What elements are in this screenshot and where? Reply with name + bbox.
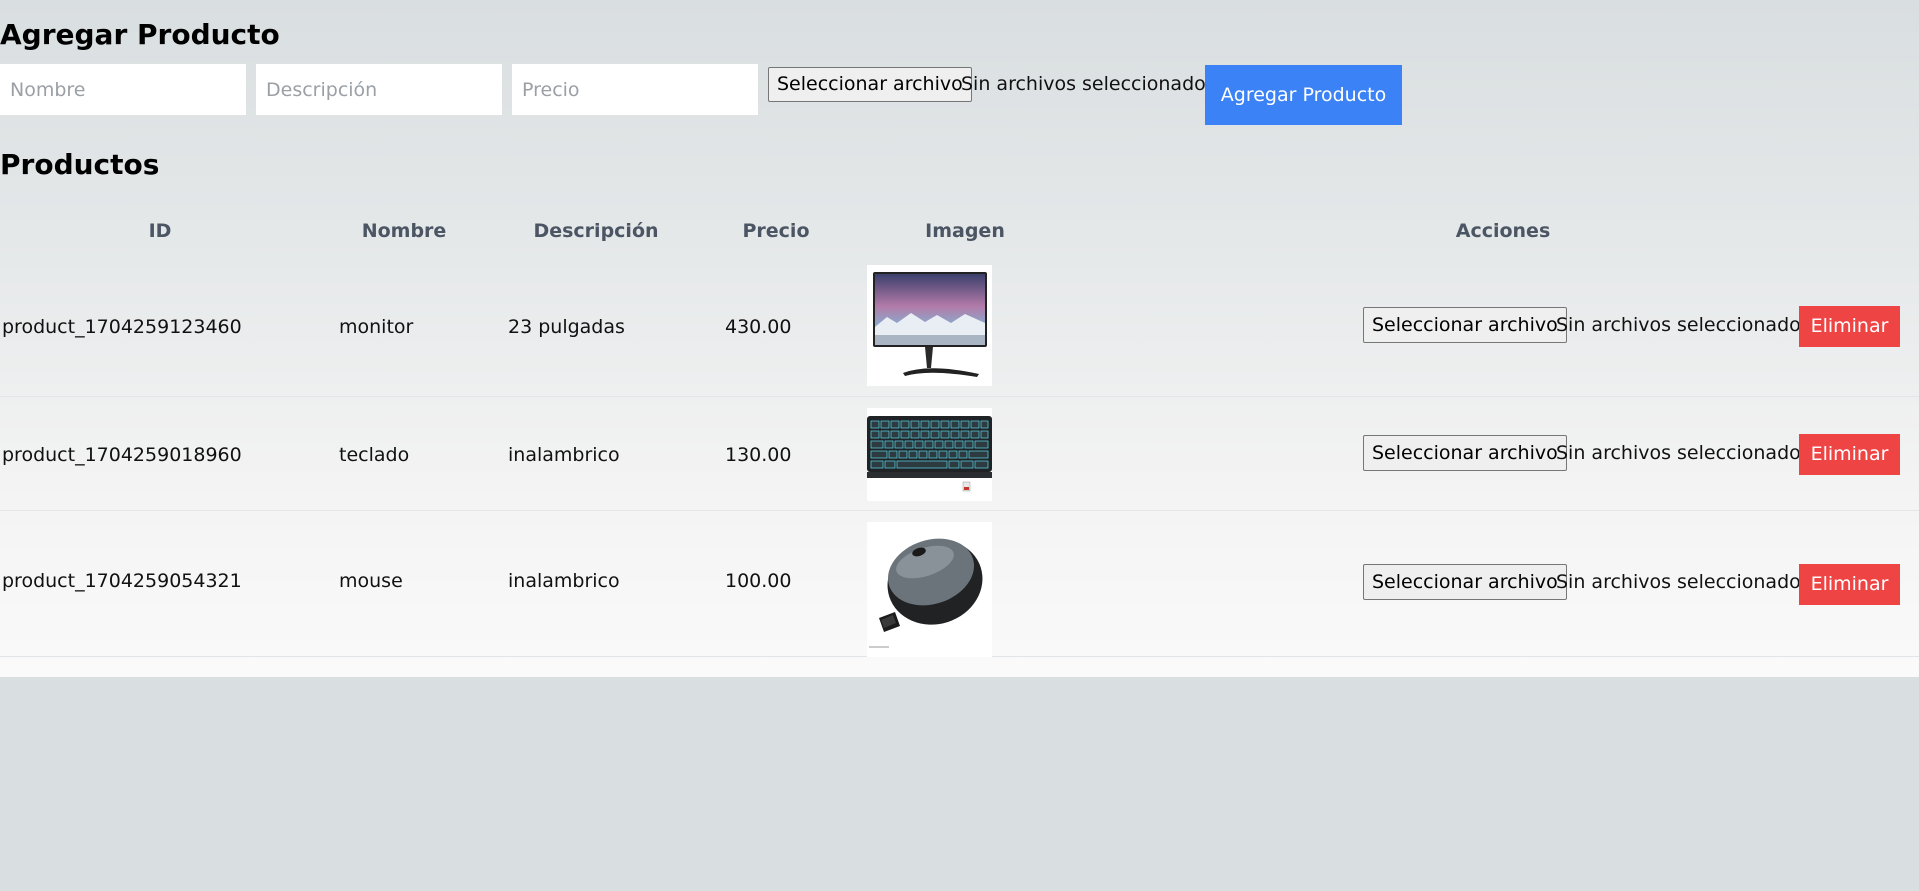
column-header-imagen: Imagen <box>925 220 1005 242</box>
delete-button[interactable]: Eliminar <box>1799 434 1900 475</box>
product-precio: 100.00 <box>725 570 792 592</box>
product-nombre: monitor <box>339 316 414 338</box>
file-status-text: Sin archivos seleccionados <box>961 73 1216 95</box>
add-product-heading: Agregar Producto <box>0 18 280 51</box>
keyboard-image <box>867 408 992 501</box>
row-file-status: Sin archivos seleccionados <box>1556 314 1811 336</box>
column-header-id: ID <box>148 220 172 242</box>
table-row: product_1704259018960 teclado inalambric… <box>0 396 1919 511</box>
row-file-status: Sin archivos seleccionados <box>1556 442 1811 464</box>
row-file-status: Sin archivos seleccionados <box>1556 571 1811 593</box>
table-row: product_1704259123460 monitor 23 pulgada… <box>0 252 1919 397</box>
row-select-file-button[interactable]: Seleccionar archivo <box>1363 435 1567 471</box>
product-precio: 430.00 <box>725 316 792 338</box>
column-header-nombre: Nombre <box>361 220 447 242</box>
monitor-image <box>867 265 992 386</box>
precio-input[interactable] <box>512 64 758 115</box>
product-id: product_1704259123460 <box>2 316 242 338</box>
row-select-file-button[interactable]: Seleccionar archivo <box>1363 307 1567 343</box>
row-select-file-button[interactable]: Seleccionar archivo <box>1363 564 1567 600</box>
column-header-precio: Precio <box>742 220 810 242</box>
product-id: product_1704259018960 <box>2 444 242 466</box>
table-row: product_1704259054321 mouse inalambrico … <box>0 510 1919 657</box>
product-descripcion: inalambrico <box>508 444 620 466</box>
delete-button[interactable]: Eliminar <box>1799 306 1900 347</box>
delete-button[interactable]: Eliminar <box>1799 564 1900 605</box>
column-header-descripcion: Descripción <box>533 220 659 242</box>
product-id: product_1704259054321 <box>2 570 242 592</box>
descripcion-input[interactable] <box>256 64 502 115</box>
product-nombre: mouse <box>339 570 403 592</box>
add-product-button[interactable]: Agregar Producto <box>1205 65 1402 125</box>
mouse-image <box>867 522 992 657</box>
products-heading: Productos <box>0 148 160 181</box>
product-descripcion: 23 pulgadas <box>508 316 625 338</box>
product-precio: 130.00 <box>725 444 792 466</box>
select-file-button[interactable]: Seleccionar archivo <box>768 67 972 102</box>
column-header-acciones: Acciones <box>1455 220 1551 242</box>
product-descripcion: inalambrico <box>508 570 620 592</box>
nombre-input[interactable] <box>0 64 246 115</box>
product-nombre: teclado <box>339 444 410 466</box>
